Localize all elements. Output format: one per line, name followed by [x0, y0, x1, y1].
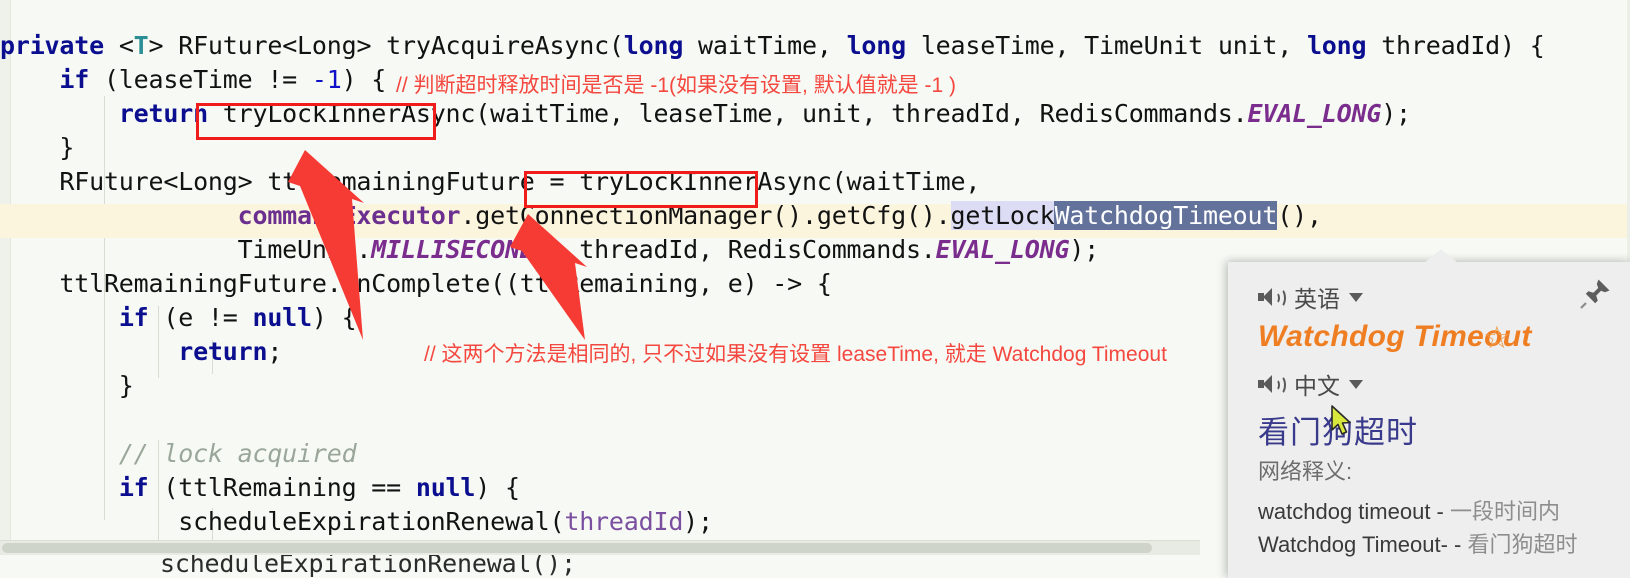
network-definition-meaning: 看门狗超时 — [1467, 532, 1578, 557]
code-line: if (ttlRemaining == null) { — [118, 473, 520, 502]
code-line-selected[interactable]: commandExecutor.getConnectionManager().g… — [0, 199, 1322, 233]
horizontal-scrollbar-thumb[interactable] — [2, 543, 1152, 553]
favorite-star-icon[interactable]: ☆ — [1483, 322, 1511, 353]
code-line: if (leaseTime != -1) { — [59, 65, 387, 94]
note-annotation: // 这两个方法是相同的, 只不过如果没有设置 leaseTime, 就走 Wa… — [424, 343, 1167, 366]
network-definition-term: Watchdog Timeout- - — [1258, 532, 1462, 557]
network-definition-term: watchdog timeout - — [1258, 499, 1444, 524]
code-line: scheduleExpirationRenewal(threadId); — [0, 507, 713, 536]
network-definition-meaning: 一段时间内 — [1450, 499, 1561, 524]
network-definition-item: watchdog timeout - 一段时间内 — [1258, 494, 1560, 526]
network-definition-label: 网络释义: — [1258, 459, 1353, 484]
code-line: return; — [178, 337, 283, 366]
code-line: if (e != null) { — [118, 303, 357, 332]
speaker-icon-source[interactable] — [1258, 287, 1286, 308]
code-line: } — [0, 133, 75, 162]
chevron-down-icon-target[interactable] — [1349, 379, 1363, 389]
code-line: RFuture<Long> ttlRemainingFuture = tryLo… — [0, 167, 981, 196]
screen: private <T> RFuture<Long> tryAcquireAsyn… — [0, 0, 1630, 578]
popup-translation: 看门狗超时 — [1258, 415, 1418, 450]
network-definition-item: Watchdog Timeout- - 看门狗超时 — [1258, 527, 1578, 559]
code-line: return tryLockInnerAsync(waitTime, lease… — [118, 99, 1411, 128]
translation-popup[interactable]: 英语 Watchdog Timeout ☆ 中文 看门狗超时 网络释义: wat… — [1228, 249, 1630, 578]
horizontal-scrollbar[interactable] — [0, 540, 1200, 555]
code-line: TimeUnit.MILLISECONDS, threadId, RedisCo… — [0, 235, 1100, 264]
pushpin-icon[interactable] — [1578, 276, 1612, 310]
code-line: private <T> RFuture<Long> tryAcquireAsyn… — [0, 31, 1545, 60]
code-line: } — [0, 371, 134, 400]
target-language-row[interactable]: 中文 — [1258, 367, 1363, 401]
target-language-label: 中文 — [1294, 373, 1340, 399]
editor-clipped-row: scheduleExpirationRenewal(); — [0, 555, 1230, 578]
popup-pointer-tail — [1424, 249, 1458, 263]
speaker-icon-target[interactable] — [1258, 374, 1286, 395]
source-language-label: 英语 — [1294, 286, 1340, 312]
chevron-down-icon-source[interactable] — [1349, 292, 1363, 302]
code-line: // lock acquired — [118, 439, 357, 468]
code-line: scheduleExpirationRenewal(); — [160, 555, 576, 578]
source-language-row[interactable]: 英语 — [1258, 280, 1363, 314]
code-line: ttlRemainingFuture.onComplete((ttlRemain… — [0, 269, 832, 298]
